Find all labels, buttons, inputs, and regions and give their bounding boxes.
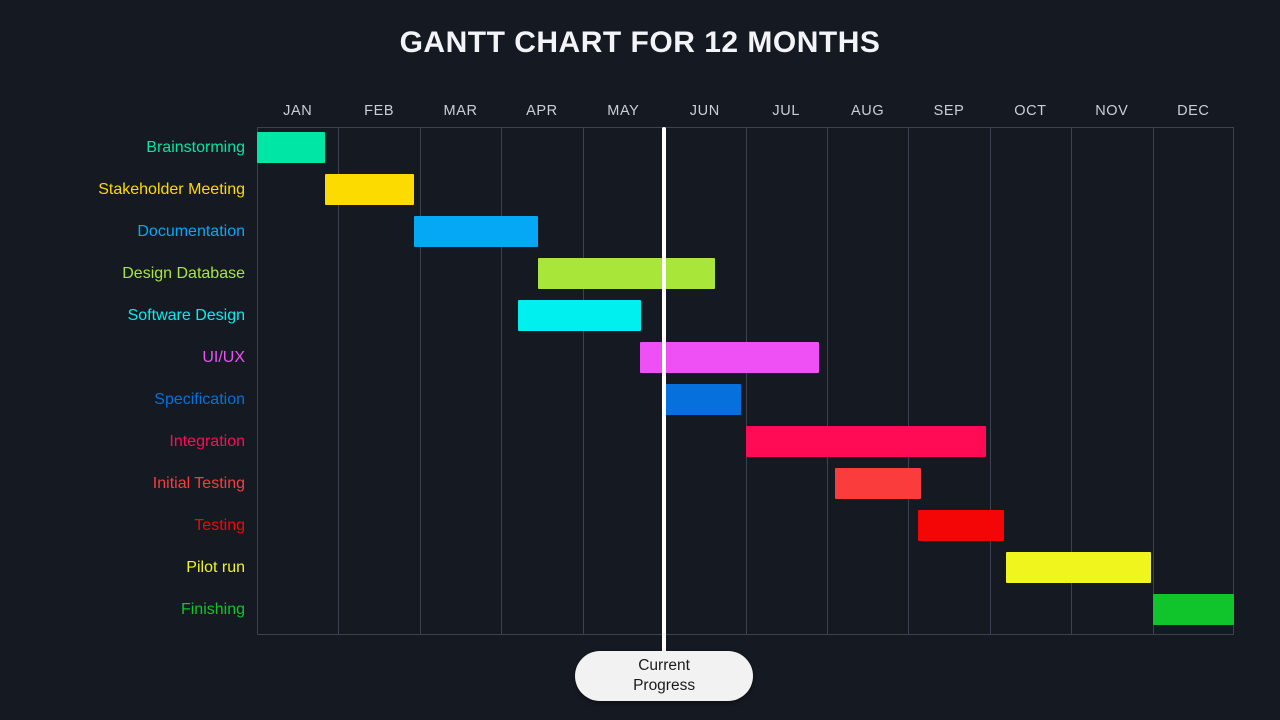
month-label-dec: DEC bbox=[1177, 103, 1210, 119]
task-label-specification: Specification bbox=[154, 391, 245, 408]
month-label-sep: SEP bbox=[933, 103, 965, 119]
month-label-nov: NOV bbox=[1095, 103, 1129, 119]
task-label-row: Documentation bbox=[5, 211, 245, 253]
gantt-bar-stakeholder-meeting[interactable] bbox=[325, 174, 415, 205]
gantt-bar-software-design[interactable] bbox=[517, 300, 642, 331]
task-label-pilot-run: Pilot run bbox=[186, 559, 245, 576]
gantt-row bbox=[257, 337, 1234, 379]
task-label-testing: Testing bbox=[194, 517, 245, 534]
month-label-may: MAY bbox=[607, 103, 640, 119]
gantt-bar-initial-testing[interactable] bbox=[835, 468, 921, 499]
month-label-aug: AUG bbox=[850, 103, 885, 119]
gantt-bar-finishing[interactable] bbox=[1152, 594, 1234, 625]
task-label-row: Software Design bbox=[5, 295, 245, 337]
current-progress-label: Current Progress bbox=[575, 651, 754, 701]
gantt-bar-pilot-run[interactable] bbox=[1006, 552, 1151, 583]
task-label-software-design: Software Design bbox=[127, 307, 245, 324]
gantt-row bbox=[257, 295, 1234, 337]
gantt-bar-testing[interactable] bbox=[918, 510, 1004, 541]
month-label-apr: APR bbox=[526, 103, 558, 119]
task-label-row: Pilot run bbox=[5, 547, 245, 589]
task-label-stakeholder-meeting: Stakeholder Meeting bbox=[98, 181, 245, 198]
task-label-initial-testing: Initial Testing bbox=[152, 475, 245, 492]
task-label-row: Testing bbox=[5, 505, 245, 547]
current-progress-line1: Current bbox=[638, 657, 690, 674]
gantt-bar-design-database[interactable] bbox=[537, 258, 715, 289]
task-label-row: Brainstorming bbox=[5, 127, 245, 169]
task-label-row: Finishing bbox=[5, 589, 245, 631]
month-axis: JAN FEB MAR APR MAY JUN JUL AUG SEP OCT NOV DEC bbox=[257, 103, 1234, 127]
task-label-ui-ux: UI/UX bbox=[202, 349, 245, 366]
task-label-design-database: Design Database bbox=[122, 265, 245, 282]
task-label-row: Integration bbox=[5, 421, 245, 463]
gantt-row bbox=[257, 169, 1234, 211]
task-label-integration: Integration bbox=[169, 433, 245, 450]
page-title: GANTT CHART FOR 12 MONTHS bbox=[399, 26, 881, 59]
task-label-brainstorming: Brainstorming bbox=[146, 139, 245, 156]
gantt-row bbox=[257, 463, 1234, 505]
gantt-row bbox=[257, 211, 1234, 253]
gantt-row bbox=[257, 127, 1234, 169]
gantt-bar-documentation[interactable] bbox=[414, 216, 538, 247]
gantt-bar-ui-ux[interactable] bbox=[639, 342, 819, 373]
gantt-row bbox=[257, 379, 1234, 421]
month-label-feb: FEB bbox=[364, 103, 395, 119]
current-progress-line2: Progress bbox=[633, 677, 696, 694]
month-label-jun: JUN bbox=[689, 103, 720, 119]
gantt-bar-integration[interactable] bbox=[745, 426, 986, 457]
task-label-documentation: Documentation bbox=[137, 223, 245, 240]
task-label-row: UI/UX bbox=[5, 337, 245, 379]
gantt-bar-brainstorming[interactable] bbox=[257, 132, 326, 163]
task-label-row: Specification bbox=[5, 379, 245, 421]
gantt-row bbox=[257, 253, 1234, 295]
month-label-mar: MAR bbox=[443, 103, 478, 119]
gantt-row bbox=[257, 505, 1234, 547]
current-progress-line bbox=[662, 127, 667, 654]
month-label-oct: OCT bbox=[1014, 103, 1047, 119]
task-label-row: Design Database bbox=[5, 253, 245, 295]
month-label-jul: JUL bbox=[772, 103, 800, 119]
gantt-row bbox=[257, 589, 1234, 631]
gantt-row bbox=[257, 421, 1234, 463]
task-label-row: Stakeholder Meeting bbox=[5, 169, 245, 211]
month-label-jan: JAN bbox=[283, 103, 313, 119]
task-label-row: Initial Testing bbox=[5, 463, 245, 505]
gantt-row bbox=[257, 547, 1234, 589]
task-label-finishing: Finishing bbox=[180, 601, 245, 618]
gantt-bar-specification[interactable] bbox=[664, 384, 742, 415]
task-label-column: Brainstorming Stakeholder Meeting Document… bbox=[5, 127, 249, 635]
gantt-chart-plot bbox=[257, 127, 1234, 635]
